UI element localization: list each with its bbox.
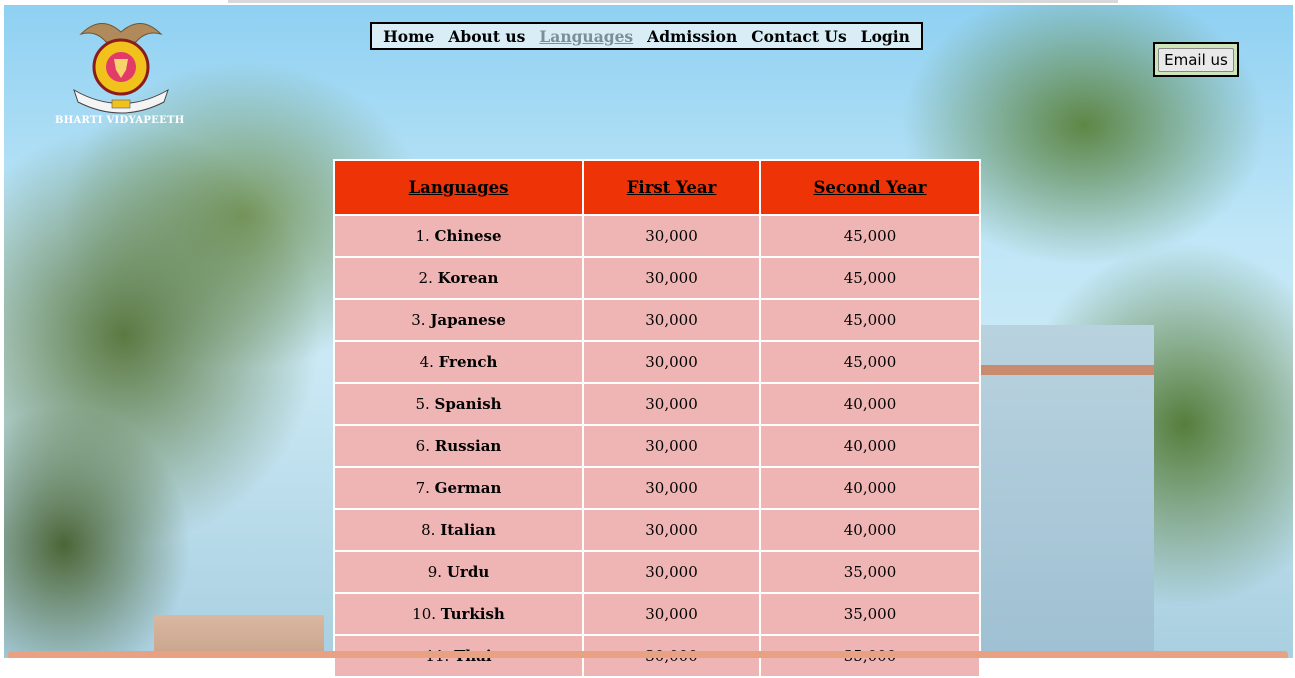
- language-name: Urdu: [446, 563, 490, 581]
- second-year-fee: 40,000: [759, 508, 981, 552]
- language-cell: 1. Chinese: [333, 214, 584, 258]
- nav-languages[interactable]: Languages: [539, 27, 633, 46]
- nav-login[interactable]: Login: [861, 27, 910, 46]
- second-year-fee: 45,000: [759, 256, 981, 300]
- language-cell: 8. Italian: [333, 508, 584, 552]
- language-cell: 7. German: [333, 466, 584, 510]
- main-nav: Home About us Languages Admission Contac…: [370, 22, 923, 50]
- table-row: 1. Chinese 30,000 45,000: [333, 214, 981, 258]
- language-cell: 10. Turkish: [333, 592, 584, 636]
- table-header-row: Languages First Year Second Year: [333, 159, 981, 216]
- first-year-fee: 30,000: [582, 256, 761, 300]
- first-year-fee: 30,000: [582, 466, 761, 510]
- language-name: Japanese: [430, 311, 506, 329]
- first-year-fee: 30,000: [582, 298, 761, 342]
- language-cell: 2. Korean: [333, 256, 584, 300]
- second-year-fee: 45,000: [759, 214, 981, 258]
- second-year-fee: 45,000: [759, 298, 981, 342]
- nav-contact-us[interactable]: Contact Us: [751, 27, 846, 46]
- table-row: 2. Korean 30,000 45,000: [333, 256, 981, 300]
- nav-admission[interactable]: Admission: [647, 27, 737, 46]
- second-year-fee: 35,000: [759, 592, 981, 636]
- university-seal-icon: [73, 23, 169, 114]
- language-cell: 9. Urdu: [333, 550, 584, 594]
- nav-home[interactable]: Home: [383, 27, 434, 46]
- first-year-fee: 30,000: [582, 340, 761, 384]
- language-cell: 6. Russian: [333, 424, 584, 468]
- nav-about-us[interactable]: About us: [448, 27, 525, 46]
- table-row: 8. Italian 30,000 40,000: [333, 508, 981, 552]
- table-row: 10. Turkish 30,000 35,000: [333, 592, 981, 636]
- table-row: 3. Japanese 30,000 45,000: [333, 298, 981, 342]
- footer-strip: [8, 651, 1288, 658]
- row-number: 7.: [415, 479, 430, 497]
- language-name: Russian: [434, 437, 502, 455]
- row-number: 8.: [421, 521, 436, 539]
- row-number: 4.: [419, 353, 434, 371]
- table-row: 9. Urdu 30,000 35,000: [333, 550, 981, 594]
- header-first-year: First Year: [582, 159, 761, 216]
- table-row: 6. Russian 30,000 40,000: [333, 424, 981, 468]
- first-year-fee: 30,000: [582, 424, 761, 468]
- language-cell: 3. Japanese: [333, 298, 584, 342]
- language-cell: 5. Spanish: [333, 382, 584, 426]
- language-name: Korean: [437, 269, 499, 287]
- row-number: 6.: [415, 437, 430, 455]
- email-us-button[interactable]: Email us: [1158, 47, 1234, 72]
- second-year-fee: 40,000: [759, 424, 981, 468]
- language-name: German: [434, 479, 502, 497]
- row-number: 2.: [418, 269, 433, 287]
- table-row: 5. Spanish 30,000 40,000: [333, 382, 981, 426]
- table-row: 7. German 30,000 40,000: [333, 466, 981, 510]
- header-second-year: Second Year: [759, 159, 981, 216]
- language-name: Italian: [440, 521, 496, 539]
- first-year-fee: 30,000: [582, 508, 761, 552]
- language-cell: 4. French: [333, 340, 584, 384]
- row-number: 3.: [411, 311, 426, 329]
- table-row: 4. French 30,000 45,000: [333, 340, 981, 384]
- second-year-fee: 45,000: [759, 340, 981, 384]
- university-logo: [56, 12, 186, 130]
- second-year-fee: 40,000: [759, 466, 981, 510]
- second-year-fee: 35,000: [759, 550, 981, 594]
- browser-top-edge: [228, 0, 1118, 3]
- email-container: Email us: [1153, 42, 1239, 77]
- background-building-right: [974, 325, 1154, 658]
- language-name: French: [438, 353, 498, 371]
- row-number: 1.: [415, 227, 430, 245]
- row-number: 10.: [412, 605, 437, 623]
- brand-caption: BHARTI VIDYAPEETH: [55, 115, 185, 126]
- first-year-fee: 30,000: [582, 214, 761, 258]
- language-name: Chinese: [434, 227, 502, 245]
- language-name: Turkish: [440, 605, 505, 623]
- row-number: 5.: [415, 395, 430, 413]
- second-year-fee: 40,000: [759, 382, 981, 426]
- language-fees-table: Languages First Year Second Year 1. Chin…: [333, 159, 981, 678]
- first-year-fee: 30,000: [582, 382, 761, 426]
- row-number: 9.: [427, 563, 443, 581]
- first-year-fee: 30,000: [582, 592, 761, 636]
- first-year-fee: 30,000: [582, 550, 761, 594]
- header-languages: Languages: [333, 159, 584, 216]
- language-name: Spanish: [434, 395, 502, 413]
